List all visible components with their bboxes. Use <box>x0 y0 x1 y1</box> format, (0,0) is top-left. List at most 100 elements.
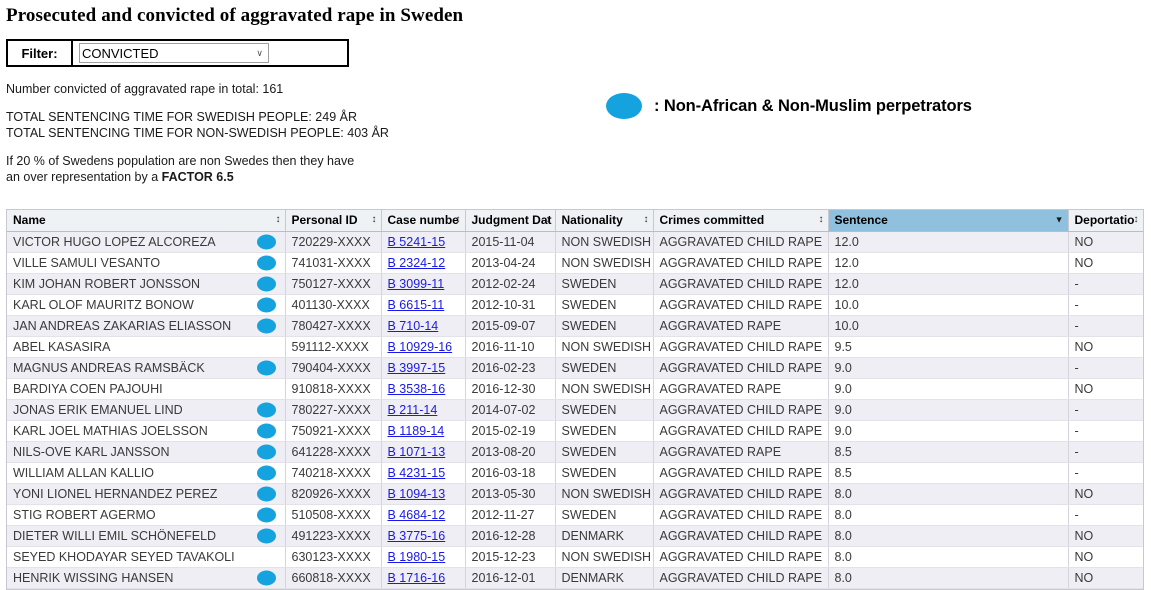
cell-personal-id: 630123-XXXX <box>285 546 381 567</box>
blue-dot-icon <box>257 507 276 522</box>
case-number-link[interactable]: B 1716-16 <box>388 571 446 585</box>
case-number-link[interactable]: B 1189-14 <box>388 424 445 438</box>
cell-case-number: B 1980-15 <box>381 546 465 567</box>
cell-deportation: NO <box>1068 378 1143 399</box>
table-row[interactable]: SEYED KHODAYAR SEYED TAVAKOLI 630123-XXXX… <box>7 546 1143 567</box>
cell-personal-id: 780227-XXXX <box>285 399 381 420</box>
case-number-link[interactable]: B 211-14 <box>388 403 438 417</box>
sort-icon[interactable]: ↕ <box>546 215 551 225</box>
table-row[interactable]: WILLIAM ALLAN KALLIO740218-XXXXB 4231-15… <box>7 462 1143 483</box>
case-number-link[interactable]: B 3099-11 <box>388 277 445 291</box>
cell-name: SEYED KHODAYAR SEYED TAVAKOLI <box>7 546 285 567</box>
legend: : Non-African & Non-Muslim perpetrators <box>606 93 972 119</box>
column-header-personal-id[interactable]: Personal ID↕ <box>285 210 381 231</box>
sort-desc-icon[interactable]: ▼ <box>1055 216 1064 225</box>
cell-crimes-committed: AGGRAVATED CHILD RAPE <box>653 252 828 273</box>
cell-judgment-date: 2013-04-24 <box>465 252 555 273</box>
case-number-link[interactable]: B 5241-15 <box>388 235 446 249</box>
case-number-link[interactable]: B 6615-11 <box>388 298 445 312</box>
blue-dot-icon <box>606 93 642 119</box>
case-number-link[interactable]: B 4231-15 <box>388 466 446 480</box>
column-header-deportation[interactable]: Deportatio↕ <box>1068 210 1143 231</box>
perpetrator-name: JONAS ERIK EMANUEL LIND <box>13 403 183 417</box>
table-row[interactable]: KARL OLOF MAURITZ BONOW401130-XXXXB 6615… <box>7 294 1143 315</box>
cell-crimes-committed: AGGRAVATED CHILD RAPE <box>653 231 828 252</box>
cell-case-number: B 4231-15 <box>381 462 465 483</box>
sort-icon[interactable]: ↕ <box>456 215 461 225</box>
column-header-crimes-committed[interactable]: Crimes committed↕ <box>653 210 828 231</box>
cell-sentence: 9.0 <box>828 399 1068 420</box>
blue-dot-icon <box>257 444 276 459</box>
blue-dot-icon <box>257 486 276 501</box>
blue-dot-icon <box>257 423 276 438</box>
column-header-case-number[interactable]: Case numbe↕ <box>381 210 465 231</box>
table-row[interactable]: KARL JOEL MATHIAS JOELSSON750921-XXXXB 1… <box>7 420 1143 441</box>
table-row[interactable]: MAGNUS ANDREAS RAMSBÄCK790404-XXXXB 3997… <box>7 357 1143 378</box>
cell-name: BARDIYA COEN PAJOUHI <box>7 378 285 399</box>
cell-deportation: NO <box>1068 546 1143 567</box>
results-table: Name↕ Personal ID↕ Case numbe↕ Judgment … <box>7 210 1144 589</box>
column-header-judgment-date[interactable]: Judgment Dat↕ <box>465 210 555 231</box>
table-row[interactable]: STIG ROBERT AGERMO510508-XXXXB 4684-1220… <box>7 504 1143 525</box>
column-header-nationality[interactable]: Nationality↕ <box>555 210 653 231</box>
perpetrator-name: WILLIAM ALLAN KALLIO <box>13 466 154 480</box>
case-number-link[interactable]: B 3775-16 <box>388 529 446 543</box>
cell-sentence: 9.5 <box>828 336 1068 357</box>
column-header-name[interactable]: Name↕ <box>7 210 285 231</box>
table-row[interactable]: BARDIYA COEN PAJOUHI910818-XXXXB 3538-16… <box>7 378 1143 399</box>
table-row[interactable]: DIETER WILLI EMIL SCHÖNEFELD491223-XXXX B… <box>7 525 1143 546</box>
case-number-link[interactable]: B 1980-15 <box>388 550 446 564</box>
cell-deportation: - <box>1068 273 1143 294</box>
case-number-link[interactable]: B 4684-12 <box>388 508 446 522</box>
cell-crimes-committed: AGGRAVATED CHILD RAPE <box>653 273 828 294</box>
case-number-link[interactable]: B 3538-16 <box>388 382 446 396</box>
cell-crimes-committed: AGGRAVATED CHILD RAPE <box>653 294 828 315</box>
sort-icon[interactable]: ↕ <box>819 215 824 225</box>
case-number-link[interactable]: B 10929-16 <box>388 340 453 354</box>
sort-icon[interactable]: ↕ <box>372 215 377 225</box>
table-row[interactable]: VICTOR HUGO LOPEZ ALCOREZA720229-XXXXB 5… <box>7 231 1143 252</box>
column-header-sentence-label: Sentence <box>835 213 888 227</box>
perpetrator-name: KARL JOEL MATHIAS JOELSSON <box>13 424 208 438</box>
sort-icon[interactable]: ↕ <box>276 215 281 225</box>
cell-sentence: 12.0 <box>828 231 1068 252</box>
cell-judgment-date: 2012-11-27 <box>465 504 555 525</box>
table-row[interactable]: NILS-OVE KARL JANSSON641228-XXXXB 1071-1… <box>7 441 1143 462</box>
table-row[interactable]: KIM JOHAN ROBERT JONSSON750127-XXXXB 309… <box>7 273 1143 294</box>
table-row[interactable]: YONI LIONEL HERNANDEZ PEREZ820926-XXXXB … <box>7 483 1143 504</box>
perpetrator-name: ABEL KASASIRA <box>13 340 111 354</box>
case-number-link[interactable]: B 3997-15 <box>388 361 446 375</box>
cell-case-number: B 2324-12 <box>381 252 465 273</box>
cell-personal-id: 641228-XXXX <box>285 441 381 462</box>
cell-personal-id: 780427-XXXX <box>285 315 381 336</box>
perpetrator-name: VICTOR HUGO LOPEZ ALCOREZA <box>13 235 216 249</box>
cell-nationality: NON SWEDISH <box>555 252 653 273</box>
cell-nationality: NON SWEDISH <box>555 378 653 399</box>
cell-deportation: NO <box>1068 483 1143 504</box>
table-row[interactable]: JONAS ERIK EMANUEL LIND 780227-XXXX B 211-… <box>7 399 1143 420</box>
cell-name: VILLE SAMULI VESANTO <box>7 252 285 273</box>
cell-sentence: 10.0 <box>828 294 1068 315</box>
column-header-sentence[interactable]: Sentence ▼ <box>828 210 1068 231</box>
case-number-link[interactable]: B 2324-12 <box>388 256 446 270</box>
case-number-link[interactable]: B 710-14 <box>388 319 439 333</box>
table-row[interactable]: JAN ANDREAS ZAKARIAS ELIASSON780427-XXXX… <box>7 315 1143 336</box>
filter-select[interactable]: CONVICTED ∨ <box>79 43 269 63</box>
cell-nationality: SWEDEN <box>555 315 653 336</box>
perpetrator-name: BARDIYA COEN PAJOUHI <box>13 382 163 396</box>
cell-name: DIETER WILLI EMIL SCHÖNEFELD <box>7 525 285 546</box>
sort-icon[interactable]: ↕ <box>1134 215 1139 225</box>
case-number-link[interactable]: B 1071-13 <box>388 445 446 459</box>
cell-judgment-date: 2015-09-07 <box>465 315 555 336</box>
table-row[interactable]: VILLE SAMULI VESANTO741031-XXXXB 2324-12… <box>7 252 1143 273</box>
cell-personal-id: 491223-XXXX <box>285 525 381 546</box>
perpetrator-name: SEYED KHODAYAR SEYED TAVAKOLI <box>13 550 235 564</box>
case-number-link[interactable]: B 1094-13 <box>388 487 446 501</box>
perpetrator-name: VILLE SAMULI VESANTO <box>13 256 160 270</box>
sort-icon[interactable]: ↕ <box>644 215 649 225</box>
cell-deportation: NO <box>1068 525 1143 546</box>
cell-case-number: B 710-14 <box>381 315 465 336</box>
filter-container: Filter: CONVICTED ∨ <box>6 39 349 67</box>
table-row[interactable]: ABEL KASASIRA591112-XXXXB 10929-162016-1… <box>7 336 1143 357</box>
cell-judgment-date: 2015-11-04 <box>465 231 555 252</box>
